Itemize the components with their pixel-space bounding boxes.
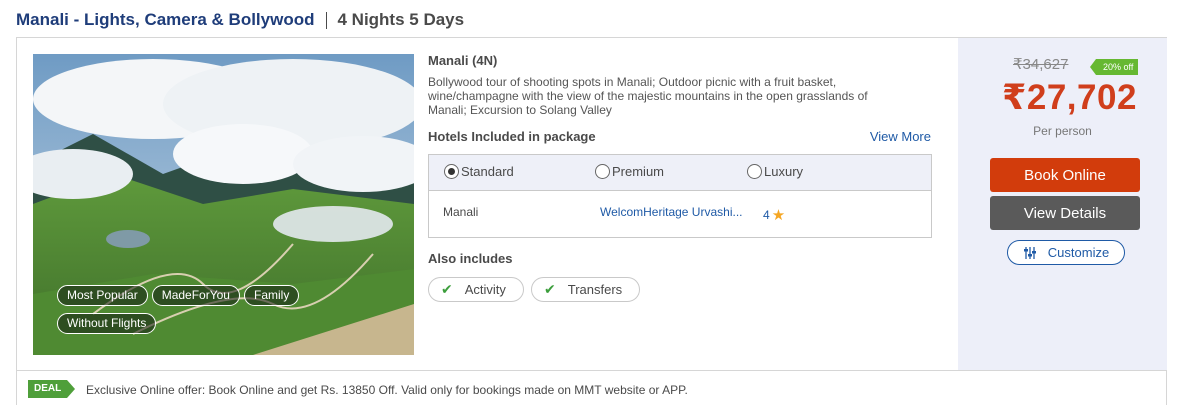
check-icon: ✔ <box>441 281 453 297</box>
radio-button[interactable] <box>747 164 762 179</box>
hotel-category-luxury[interactable]: Luxury <box>747 164 803 179</box>
customize-button[interactable]: Customize <box>1007 240 1125 265</box>
hotel-rating-value: 4 <box>763 208 770 222</box>
hotel-rating: 4 ★ <box>763 205 786 224</box>
package-title[interactable]: Manali - Lights, Camera & Bollywood <box>16 10 314 30</box>
tag-family[interactable]: Family <box>243 285 300 306</box>
hotel-category-standard[interactable]: Standard <box>444 164 514 179</box>
hotels-heading: Hotels Included in package <box>428 129 596 144</box>
price-panel: ₹34,627 20% off ₹27,702 Per person Book … <box>958 38 1167 370</box>
original-price: ₹34,627 <box>1013 56 1069 73</box>
check-icon: ✔ <box>544 281 556 297</box>
include-label: Transfers <box>567 282 623 297</box>
package-tags: Most Popular MadeForYou Family Without Flig… <box>57 285 357 341</box>
hotel-row: Manali WelcomHeritage Urvashi... 4 ★ <box>429 191 931 237</box>
destination-description: Bollywood tour of shooting spots in Mana… <box>428 75 868 117</box>
tag-most-popular[interactable]: Most Popular <box>57 285 148 306</box>
hotel-category-label: Premium <box>612 164 665 179</box>
customize-label: Customize <box>1047 245 1110 260</box>
hotel-category-label: Luxury <box>764 164 804 179</box>
tag-without-flights[interactable]: Without Flights <box>57 313 157 334</box>
include-label: Activity <box>464 282 506 297</box>
include-transfers[interactable]: ✔ Transfers <box>531 277 641 302</box>
book-online-button[interactable]: Book Online <box>990 158 1140 192</box>
destination-title: Manali (4N) <box>428 53 498 68</box>
hotel-category-tabs: Standard Premium Luxury <box>429 155 931 191</box>
hotel-category-premium[interactable]: Premium <box>595 164 664 179</box>
include-activity[interactable]: ✔ Activity <box>428 277 524 302</box>
view-details-button[interactable]: View Details <box>990 196 1140 230</box>
deal-badge: DEAL <box>28 380 76 398</box>
package-photo[interactable]: Most Popular MadeForYou Family Without Flig… <box>33 54 414 355</box>
radio-button[interactable] <box>595 164 610 179</box>
view-more-link[interactable]: View More <box>870 129 931 144</box>
current-price: ₹27,702 <box>1002 78 1137 117</box>
sliders-icon <box>1023 246 1037 260</box>
package-header: Manali - Lights, Camera & Bollywood 4 Ni… <box>16 9 464 31</box>
package-duration: 4 Nights 5 Days <box>337 10 465 29</box>
deal-text: Exclusive Online offer: Book Online and … <box>86 383 688 397</box>
hotel-city: Manali <box>443 205 479 219</box>
also-includes-heading: Also includes <box>428 251 513 266</box>
hotel-selector: Standard Premium Luxury Manali WelcomHer… <box>428 154 932 238</box>
star-icon: ★ <box>771 207 786 224</box>
hotel-category-label: Standard <box>461 164 514 179</box>
discount-badge: 20% off <box>1089 59 1139 75</box>
tag-made-for-you[interactable]: MadeForYou <box>151 285 240 306</box>
radio-button-checked[interactable] <box>444 164 459 179</box>
per-person-label: Per person <box>1033 124 1092 138</box>
package-card: Most Popular MadeForYou Family Without Flig… <box>16 37 1167 405</box>
hotel-name-link[interactable]: WelcomHeritage Urvashi... <box>600 205 743 219</box>
title-divider <box>326 11 328 29</box>
deal-bar: DEAL Exclusive Online offer: Book Online… <box>17 370 1166 405</box>
